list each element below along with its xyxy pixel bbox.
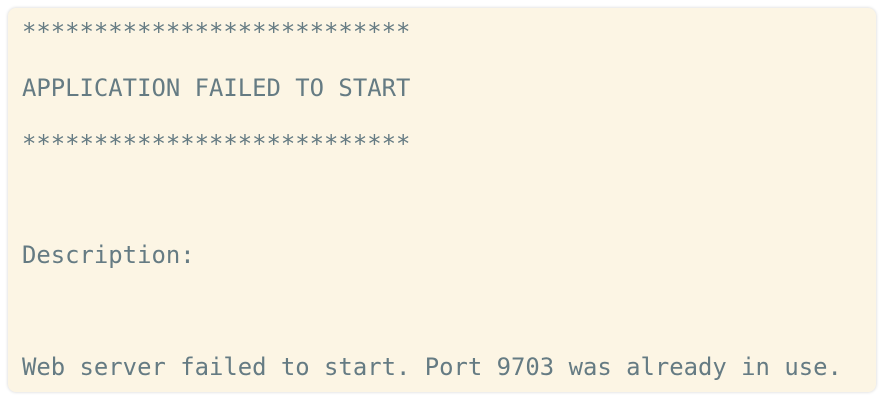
description-label: Description: [22,241,195,270]
error-message: Web server failed to start. Port 9703 wa… [22,352,842,381]
banner-stars-top: *************************** [22,18,411,46]
banner-stars-bottom: *************************** [22,129,411,158]
error-title: APPLICATION FAILED TO START [22,73,411,102]
console-output-panel: *************************** APPLICATION F… [8,8,876,392]
console-output: *************************** APPLICATION F… [22,8,842,392]
